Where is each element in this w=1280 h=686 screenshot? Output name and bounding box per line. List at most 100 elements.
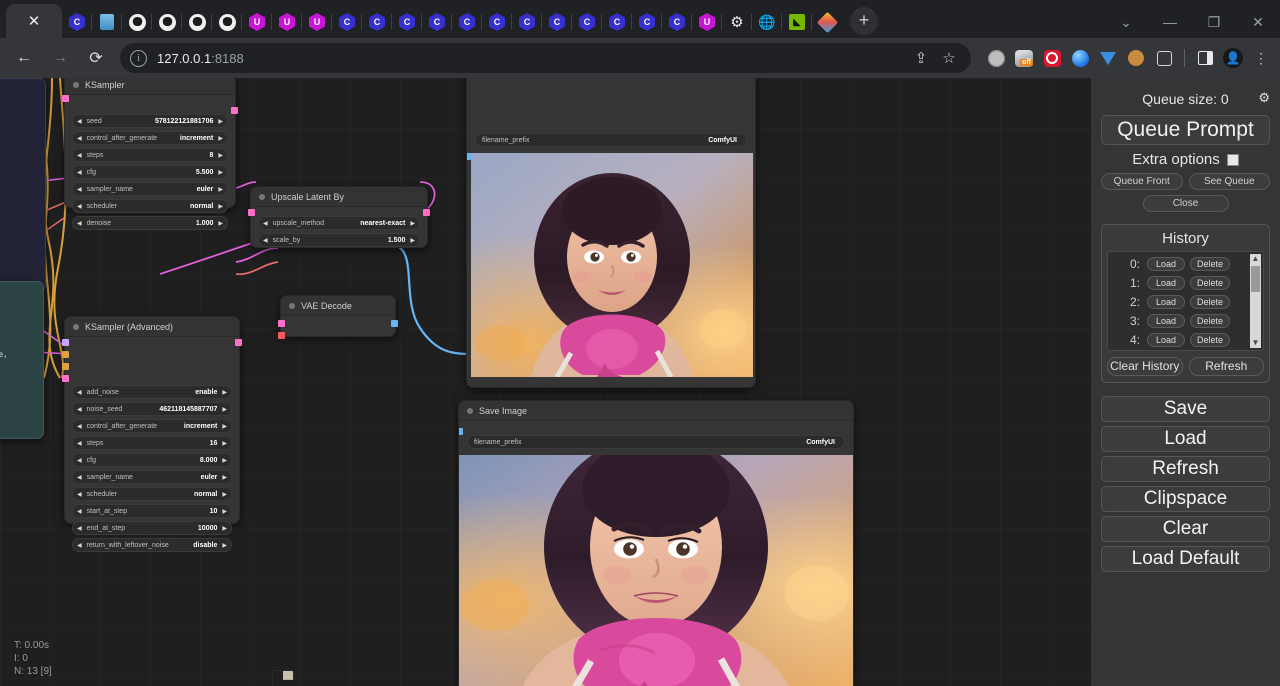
back-button[interactable]: ← (8, 42, 40, 74)
decrement-arrow-icon[interactable]: ◀ (77, 203, 82, 210)
increment-arrow-icon[interactable]: ▶ (222, 457, 227, 464)
history-row[interactable]: 0: Load Delete (1108, 254, 1263, 273)
scroll-down-arrow-icon[interactable]: ▼ (1252, 338, 1260, 348)
slot-input-negative[interactable] (62, 363, 69, 370)
node-ksampler-advanced[interactable]: KSampler (Advanced) ◀ add_noise enable ▶… (64, 316, 240, 524)
history-load-button[interactable]: Load (1147, 333, 1185, 347)
extra-options-checkbox[interactable] (1227, 154, 1239, 166)
tab-u-4[interactable]: U (692, 6, 722, 38)
clear-history-button[interactable]: Clear History (1107, 357, 1183, 376)
globe-extension-icon[interactable] (983, 45, 1009, 71)
increment-arrow-icon[interactable]: ▶ (222, 440, 227, 447)
blue-globe-extension-icon[interactable] (1067, 45, 1093, 71)
clear-button[interactable]: Clear (1101, 516, 1270, 542)
increment-arrow-icon[interactable]: ▶ (222, 525, 227, 532)
node-ksampler[interactable]: KSampler ◀ seed 578122121881706 ▶ ◀ cont… (64, 78, 236, 208)
decrement-arrow-icon[interactable]: ◀ (263, 220, 268, 227)
node-positive-prompt[interactable]: iling ils, , soft , RAW, urred h the led… (0, 78, 46, 292)
widget-add-noise[interactable]: ◀ add_noise enable ▶ (72, 385, 232, 399)
widget-steps[interactable]: ◀ steps 16 ▶ (72, 436, 232, 450)
history-load-button[interactable]: Load (1147, 314, 1185, 328)
increment-arrow-icon[interactable]: ▶ (218, 186, 223, 193)
increment-arrow-icon[interactable]: ▶ (218, 152, 223, 159)
widget-cfg[interactable]: ◀ cfg 8.000 ▶ (72, 453, 232, 467)
slot-input-positive[interactable] (62, 351, 69, 358)
gear-icon[interactable]: ⚙ (1258, 90, 1270, 106)
widget-control-after-generate[interactable]: ◀ control_after_generate increment ▶ (72, 131, 228, 145)
slot-input-latent-image[interactable] (62, 375, 69, 382)
increment-arrow-icon[interactable]: ▶ (410, 237, 415, 244)
widget-end-at-step[interactable]: ◀ end_at_step 10000 ▶ (72, 521, 232, 535)
queue-prompt-button[interactable]: Queue Prompt (1101, 115, 1270, 145)
node-negative-prompt[interactable]: ve:0.5]], utilated, limbs, , missing , n… (0, 281, 44, 439)
tab-c-6[interactable]: C (482, 6, 512, 38)
tab-c-9[interactable]: C (572, 6, 602, 38)
load-button[interactable]: Load (1101, 426, 1270, 452)
tab-github-1[interactable] (122, 6, 152, 38)
slot-input-vae[interactable] (278, 332, 285, 339)
slot-input-samples[interactable] (278, 320, 285, 327)
decrement-arrow-icon[interactable]: ◀ (77, 457, 82, 464)
decrement-arrow-icon[interactable]: ◀ (77, 169, 82, 176)
decrement-arrow-icon[interactable]: ◀ (77, 220, 82, 227)
tab-c-12[interactable]: C (662, 6, 692, 38)
scrollbar-thumb[interactable] (1251, 266, 1260, 292)
decrement-arrow-icon[interactable]: ◀ (77, 542, 82, 549)
reload-button[interactable]: ⟳ (80, 42, 112, 74)
widget-return-with-leftover-noise[interactable]: ◀ return_with_leftover_noise disable ▶ (72, 538, 232, 552)
decrement-arrow-icon[interactable]: ◀ (77, 152, 82, 159)
node-save-image-bottom[interactable]: Save Image filename_prefix ComfyUI (458, 400, 854, 686)
increment-arrow-icon[interactable]: ▶ (218, 203, 223, 210)
node-collapse-dot-icon[interactable] (289, 303, 295, 309)
widget-control-after-generate[interactable]: ◀ control_after_generate increment ▶ (72, 419, 232, 433)
node-upscale-latent-by[interactable]: Upscale Latent By ◀ upscale_method neare… (250, 186, 428, 248)
widget-filename-prefix-bottom[interactable]: filename_prefix ComfyUI (467, 435, 845, 449)
widget-seed[interactable]: ◀ seed 578122121881706 ▶ (72, 114, 228, 128)
window-maximize-button[interactable]: ❐ (1192, 6, 1236, 38)
slot-input-model[interactable] (62, 339, 69, 346)
tab-c-7[interactable]: C (512, 6, 542, 38)
tab-c-10[interactable]: C (602, 6, 632, 38)
increment-arrow-icon[interactable]: ▶ (218, 220, 223, 227)
window-close-button[interactable]: ✕ (1236, 6, 1280, 38)
tab-u-1[interactable]: U (242, 6, 272, 38)
history-load-button[interactable]: Load (1147, 295, 1185, 309)
tab-comfyui[interactable]: C (62, 6, 92, 38)
slot-input-images[interactable] (466, 153, 471, 160)
widget-noise-seed[interactable]: ◀ noise_seed 462118145887707 ▶ (72, 402, 232, 416)
tab-github-2[interactable] (152, 6, 182, 38)
image-preview-bottom[interactable] (459, 455, 853, 686)
widget-filename-prefix-top[interactable]: filename_prefix ComfyUI (475, 133, 747, 147)
node-collapse-dot-icon[interactable] (259, 194, 265, 200)
tab-diamond[interactable] (812, 6, 842, 38)
history-delete-button[interactable]: Delete (1190, 276, 1230, 290)
tab-c-2[interactable]: C (362, 6, 392, 38)
puzzle-extensions-icon[interactable] (1151, 45, 1177, 71)
decrement-arrow-icon[interactable]: ◀ (77, 440, 82, 447)
tab-globe[interactable]: 🌐 (752, 6, 782, 38)
slot-output-latent[interactable] (235, 339, 242, 346)
increment-arrow-icon[interactable]: ▶ (218, 135, 223, 142)
history-load-button[interactable]: Load (1147, 257, 1185, 271)
node-collapse-dot-icon[interactable] (73, 82, 79, 88)
tab-notes[interactable] (92, 6, 122, 38)
node-collapse-dot-icon[interactable] (73, 324, 79, 330)
close-icon[interactable]: ✕ (28, 14, 41, 29)
widget-scheduler[interactable]: ◀ scheduler normal ▶ (72, 487, 232, 501)
widget-sampler-name[interactable]: ◀ sampler_name euler ▶ (72, 470, 232, 484)
tab-github-4[interactable] (212, 6, 242, 38)
history-load-button[interactable]: Load (1147, 276, 1185, 290)
node-graph-canvas[interactable]: iling ils, , soft , RAW, urred h the led… (0, 78, 1090, 686)
close-button[interactable]: Close (1143, 195, 1229, 212)
decrement-arrow-icon[interactable]: ◀ (77, 186, 82, 193)
node-collapse-dot-icon[interactable] (467, 408, 473, 414)
decrement-arrow-icon[interactable]: ◀ (77, 135, 82, 142)
cookie-extension-icon[interactable] (1123, 45, 1149, 71)
kebab-menu-icon[interactable]: ⋮ (1248, 45, 1274, 71)
increment-arrow-icon[interactable]: ▶ (222, 406, 227, 413)
tab-c-5[interactable]: C (452, 6, 482, 38)
tab-search-chevron-icon[interactable]: ⌄ (1104, 6, 1148, 38)
scroll-up-arrow-icon[interactable]: ▲ (1252, 254, 1260, 264)
decrement-arrow-icon[interactable]: ◀ (77, 474, 82, 481)
increment-arrow-icon[interactable]: ▶ (222, 508, 227, 515)
